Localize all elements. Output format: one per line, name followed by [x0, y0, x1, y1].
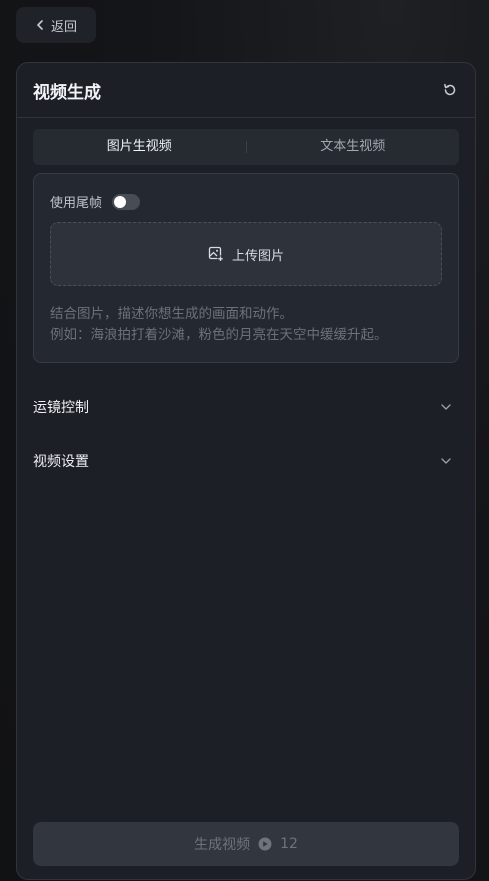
tab-text-to-video[interactable]: 文本生视频: [247, 129, 460, 165]
tail-frame-toggle[interactable]: [112, 193, 141, 210]
tab-image-to-video[interactable]: 图片生视频: [33, 129, 246, 165]
generate-video-button[interactable]: 生成视频 12: [33, 822, 459, 866]
tail-frame-row: 使用尾帧: [50, 192, 141, 211]
chevron-down-icon: [441, 404, 451, 410]
upload-label: 上传图片: [231, 248, 284, 264]
panel-header: 视频生成: [17, 63, 475, 118]
chevron-down-icon: [441, 458, 451, 464]
upload-image-button[interactable]: 上传图片: [50, 222, 442, 286]
image-add-icon: [208, 246, 224, 262]
generate-label: 生成视频: [194, 837, 251, 853]
refresh-icon[interactable]: [441, 81, 459, 99]
prompt-placeholder-line2: 例如：海浪拍打着沙滩，粉色的月亮在天空中缓缓升起。: [50, 327, 388, 343]
prompt-input[interactable]: 结合图片，描述你想生成的画面和动作。 例如：海浪拍打着沙滩，粉色的月亮在天空中缓…: [50, 304, 446, 346]
prompt-placeholder-line1: 结合图片，描述你想生成的画面和动作。: [50, 306, 293, 322]
back-label: 返回: [50, 19, 77, 35]
panel-title: 视频生成: [33, 82, 101, 103]
generate-cost: 12: [280, 836, 298, 852]
chevron-left-icon: [37, 20, 43, 30]
image-input-card: 使用尾帧 上传图片 结合图片，描述你想生成的画面和动作。 例如：海浪拍打着沙滩，…: [33, 173, 459, 363]
toggle-knob: [114, 195, 127, 208]
video-generation-panel: 视频生成 图片生视频 文本生视频 使用尾帧 上传图片 结合图片，描述你想生成的画: [16, 62, 476, 880]
coin-icon: [258, 837, 272, 851]
video-settings-label: 视频设置: [33, 454, 89, 470]
tail-frame-label: 使用尾帧: [50, 196, 103, 211]
back-button[interactable]: 返回: [16, 7, 96, 43]
camera-control-label: 运镜控制: [33, 400, 89, 416]
video-settings-section[interactable]: 视频设置: [33, 446, 459, 476]
mode-tabs: 图片生视频 文本生视频: [33, 129, 459, 165]
camera-control-section[interactable]: 运镜控制: [33, 392, 459, 422]
